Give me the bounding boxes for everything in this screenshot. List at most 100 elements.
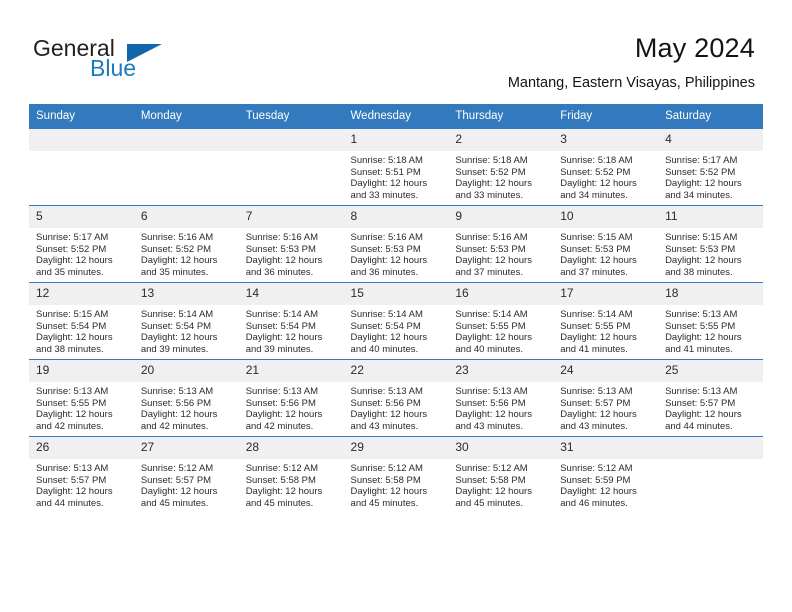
day-number: 2 <box>448 129 554 151</box>
location-subtitle: Mantang, Eastern Visayas, Philippines <box>507 75 755 91</box>
page-header: General Blue May 2024 Mantang, Eastern V… <box>0 0 792 104</box>
daylight-text-line1: Daylight: 12 hours <box>140 409 218 421</box>
general-blue-logo[interactable]: General Blue <box>33 36 223 84</box>
calendar-day-cell[interactable]: 26 Sunrise: 5:13 AM Sunset: 5:57 PM Dayligh… <box>29 436 134 513</box>
calendar-day-cell[interactable]: 11 Sunrise: 5:15 AM Sunset: 5:53 PM Dayligh… <box>658 205 763 283</box>
daylight-text-line1: Daylight: 12 hours <box>560 486 637 498</box>
day-number: 23 <box>448 360 554 382</box>
sunset-text: Sunset: 5:54 PM <box>350 320 421 332</box>
sunset-text: Sunset: 5:53 PM <box>560 243 631 255</box>
calendar-day-cell[interactable]: 7 Sunrise: 5:16 AM Sunset: 5:53 PM Daylight… <box>238 205 344 283</box>
calendar-day-cell[interactable]: 30 Sunrise: 5:12 AM Sunset: 5:58 PM Dayligh… <box>448 436 554 513</box>
calendar-day-cell[interactable]: 3 Sunrise: 5:18 AM Sunset: 5:52 PM Daylight… <box>553 129 659 206</box>
calendar-day-cell[interactable]: 2 Sunrise: 5:18 AM Sunset: 5:52 PM Daylight… <box>448 129 554 206</box>
day-number: 31 <box>553 437 659 459</box>
calendar-day-cell[interactable]: 31 Sunrise: 5:12 AM Sunset: 5:59 PM Dayligh… <box>553 436 659 513</box>
sunset-text: Sunset: 5:52 PM <box>560 166 631 178</box>
sunset-text: Sunset: 5:56 PM <box>245 397 316 409</box>
calendar-day-cell[interactable]: 4 Sunrise: 5:17 AM Sunset: 5:52 PM Daylight… <box>658 129 763 206</box>
calendar-day-cell[interactable]: 22 Sunrise: 5:13 AM Sunset: 5:56 PM Dayligh… <box>343 359 449 437</box>
day-details: Sunrise: 5:15 AM Sunset: 5:54 PM Daylight:… <box>29 305 134 355</box>
day-number: 15 <box>343 283 449 305</box>
calendar-day-cell[interactable]: 29 Sunrise: 5:12 AM Sunset: 5:58 PM Dayligh… <box>343 436 449 513</box>
sunrise-text: Sunrise: 5:12 AM <box>455 463 528 474</box>
calendar-day-cell[interactable]: 13 Sunrise: 5:14 AM Sunset: 5:54 PM Dayligh… <box>133 282 239 360</box>
logo-text-blue: Blue <box>90 55 137 81</box>
day-number: 21 <box>238 360 344 382</box>
sunset-text: Sunset: 5:52 PM <box>36 243 107 255</box>
daylight-text-line2: and 40 minutes. <box>350 343 419 355</box>
sunset-text: Sunset: 5:54 PM <box>36 320 107 332</box>
day-number <box>133 129 239 151</box>
calendar-day-cell[interactable]: 24 Sunrise: 5:13 AM Sunset: 5:57 PM Dayligh… <box>553 359 659 437</box>
calendar-day-cell[interactable]: 8 Sunrise: 5:16 AM Sunset: 5:53 PM Daylight… <box>343 205 449 283</box>
calendar-day-cell-empty <box>133 129 239 206</box>
sunset-text: Sunset: 5:57 PM <box>560 397 631 409</box>
calendar-day-cell[interactable]: 12 Sunrise: 5:15 AM Sunset: 5:54 PM Dayligh… <box>29 282 134 360</box>
daylight-text-line1: Daylight: 12 hours <box>36 255 113 267</box>
sunset-text: Sunset: 5:52 PM <box>140 243 212 255</box>
calendar-day-cell[interactable]: 9 Sunrise: 5:16 AM Sunset: 5:53 PM Daylight… <box>448 205 554 283</box>
sunrise-text: Sunrise: 5:16 AM <box>455 232 528 243</box>
sunset-text: Sunset: 5:51 PM <box>350 166 421 178</box>
daylight-text-line1: Daylight: 12 hours <box>665 409 742 421</box>
calendar-day-cell[interactable]: 10 Sunrise: 5:15 AM Sunset: 5:53 PM Dayligh… <box>553 205 659 283</box>
daylight-text-line1: Daylight: 12 hours <box>350 409 428 421</box>
calendar-day-cell[interactable]: 19 Sunrise: 5:13 AM Sunset: 5:55 PM Dayligh… <box>29 359 134 437</box>
calendar-day-cell[interactable]: 5 Sunrise: 5:17 AM Sunset: 5:52 PM Daylight… <box>29 205 134 283</box>
calendar-day-cell[interactable]: 16 Sunrise: 5:14 AM Sunset: 5:55 PM Dayligh… <box>448 282 554 360</box>
day-number: 24 <box>553 360 659 382</box>
sunset-text: Sunset: 5:56 PM <box>350 397 421 409</box>
daylight-text-line1: Daylight: 12 hours <box>245 486 323 498</box>
calendar-day-cell[interactable]: 23 Sunrise: 5:13 AM Sunset: 5:56 PM Dayligh… <box>448 359 554 437</box>
daylight-text-line2: and 38 minutes. <box>665 266 733 278</box>
daylight-text-line1: Daylight: 12 hours <box>140 255 218 267</box>
day-details: Sunrise: 5:17 AM Sunset: 5:52 PM Daylight:… <box>29 228 134 278</box>
day-details: Sunrise: 5:14 AM Sunset: 5:55 PM Daylight:… <box>448 305 553 355</box>
calendar-day-cell[interactable]: 20 Sunrise: 5:13 AM Sunset: 5:56 PM Dayligh… <box>133 359 239 437</box>
daylight-text-line1: Daylight: 12 hours <box>560 409 637 421</box>
calendar-day-cell[interactable]: 1 Sunrise: 5:18 AM Sunset: 5:51 PM Daylight… <box>343 129 449 206</box>
calendar-day-cell[interactable]: 28 Sunrise: 5:12 AM Sunset: 5:58 PM Dayligh… <box>238 436 344 513</box>
sunset-text: Sunset: 5:55 PM <box>36 397 107 409</box>
sunrise-text: Sunrise: 5:17 AM <box>665 155 738 166</box>
day-details: Sunrise: 5:13 AM Sunset: 5:56 PM Daylight:… <box>134 382 239 432</box>
daylight-text-line2: and 43 minutes. <box>455 420 523 432</box>
sunrise-text: Sunrise: 5:18 AM <box>455 155 528 166</box>
calendar-header-row: Sunday Monday Tuesday Wednesday Thursday… <box>29 104 763 129</box>
sunrise-text: Sunrise: 5:13 AM <box>560 386 633 397</box>
sunrise-text: Sunrise: 5:14 AM <box>350 309 423 320</box>
calendar-day-cell[interactable]: 6 Sunrise: 5:16 AM Sunset: 5:52 PM Daylight… <box>133 205 239 283</box>
calendar-day-cell[interactable]: 17 Sunrise: 5:14 AM Sunset: 5:55 PM Dayligh… <box>553 282 659 360</box>
sunrise-text: Sunrise: 5:17 AM <box>36 232 109 243</box>
calendar-week-row: 12 Sunrise: 5:15 AM Sunset: 5:54 PM Dayligh… <box>29 282 763 360</box>
calendar-week-row: 19 Sunrise: 5:13 AM Sunset: 5:55 PM Dayligh… <box>29 359 763 437</box>
sunset-text: Sunset: 5:52 PM <box>665 166 736 178</box>
weekday-header-saturday: Saturday <box>658 104 763 129</box>
day-number: 22 <box>343 360 449 382</box>
sunrise-text: Sunrise: 5:12 AM <box>350 463 423 474</box>
sunset-text: Sunset: 5:58 PM <box>455 474 526 486</box>
day-details: Sunrise: 5:18 AM Sunset: 5:52 PM Daylight:… <box>448 151 553 201</box>
sunrise-text: Sunrise: 5:14 AM <box>140 309 214 320</box>
calendar-day-cell[interactable]: 18 Sunrise: 5:13 AM Sunset: 5:55 PM Dayligh… <box>658 282 763 360</box>
calendar-day-cell[interactable]: 15 Sunrise: 5:14 AM Sunset: 5:54 PM Dayligh… <box>343 282 449 360</box>
day-number: 17 <box>553 283 659 305</box>
sunrise-text: Sunrise: 5:13 AM <box>36 463 109 474</box>
daylight-text-line2: and 33 minutes. <box>350 189 419 201</box>
calendar-day-cell[interactable]: 27 Sunrise: 5:12 AM Sunset: 5:57 PM Dayligh… <box>133 436 239 513</box>
day-number <box>238 129 344 151</box>
calendar-week-row: 26 Sunrise: 5:13 AM Sunset: 5:57 PM Dayligh… <box>29 436 763 513</box>
day-details: Sunrise: 5:15 AM Sunset: 5:53 PM Daylight:… <box>658 228 763 278</box>
day-number: 27 <box>133 437 239 459</box>
day-details: Sunrise: 5:13 AM Sunset: 5:56 PM Daylight:… <box>448 382 553 432</box>
day-number: 3 <box>553 129 659 151</box>
sunset-text: Sunset: 5:54 PM <box>245 320 316 332</box>
day-number: 1 <box>343 129 449 151</box>
calendar-day-cell[interactable]: 14 Sunrise: 5:14 AM Sunset: 5:54 PM Dayligh… <box>238 282 344 360</box>
daylight-text-line2: and 46 minutes. <box>560 497 628 509</box>
calendar-day-cell[interactable]: 25 Sunrise: 5:13 AM Sunset: 5:57 PM Dayligh… <box>658 359 763 437</box>
calendar-day-cell[interactable]: 21 Sunrise: 5:13 AM Sunset: 5:56 PM Dayligh… <box>238 359 344 437</box>
calendar-week-row: 5 Sunrise: 5:17 AM Sunset: 5:52 PM Daylight… <box>29 205 763 283</box>
day-number <box>29 129 134 151</box>
